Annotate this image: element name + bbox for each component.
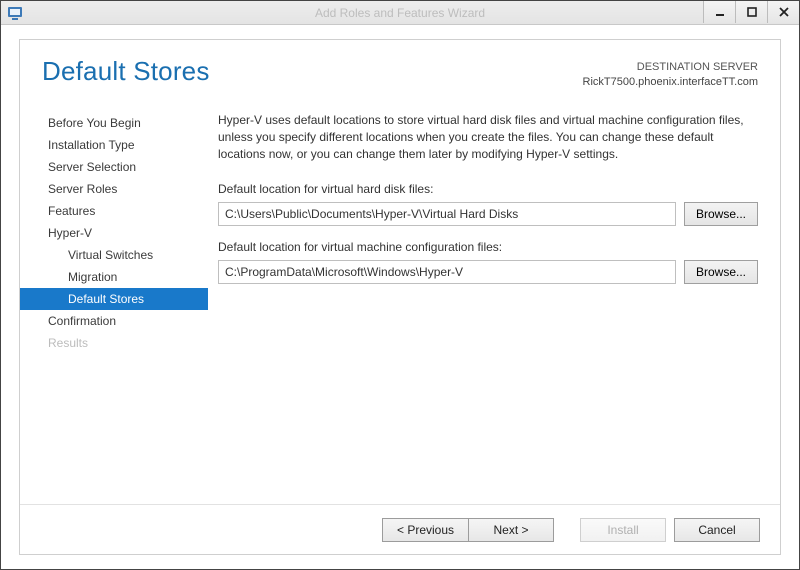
inner-panel: Default Stores DESTINATION SERVER RickT7… <box>19 39 781 555</box>
close-button[interactable] <box>767 1 799 23</box>
wizard-window: Add Roles and Features Wizard Default St… <box>0 0 800 570</box>
cancel-button[interactable]: Cancel <box>674 518 760 542</box>
cfg-location-input[interactable] <box>218 260 676 284</box>
prev-next-pair: < Previous Next > <box>382 518 554 542</box>
install-button: Install <box>580 518 666 542</box>
main-content: Hyper-V uses default locations to store … <box>208 96 780 504</box>
app-icon <box>7 5 23 21</box>
sidebar-item-confirmation[interactable]: Confirmation <box>20 310 208 332</box>
footer: < Previous Next > Install Cancel <box>20 504 780 554</box>
sidebar-item-server-selection[interactable]: Server Selection <box>20 156 208 178</box>
cfg-location-row: Browse... <box>218 260 758 284</box>
cfg-browse-button[interactable]: Browse... <box>684 260 758 284</box>
page-title: Default Stores <box>42 56 210 87</box>
vhd-browse-button[interactable]: Browse... <box>684 202 758 226</box>
titlebar: Add Roles and Features Wizard <box>1 1 799 25</box>
minimize-button[interactable] <box>703 1 735 23</box>
sidebar-item-migration[interactable]: Migration <box>20 266 208 288</box>
sidebar-item-default-stores[interactable]: Default Stores <box>20 288 208 310</box>
sidebar: Before You Begin Installation Type Serve… <box>20 96 208 504</box>
vhd-location-row: Browse... <box>218 202 758 226</box>
next-button[interactable]: Next > <box>468 518 554 542</box>
destination-server: RickT7500.phoenix.interfaceTT.com <box>583 75 758 90</box>
intro-text: Hyper-V uses default locations to store … <box>218 112 758 164</box>
window-controls <box>703 1 799 24</box>
window-title: Add Roles and Features Wizard <box>1 6 799 20</box>
sidebar-item-features[interactable]: Features <box>20 200 208 222</box>
sidebar-item-server-roles[interactable]: Server Roles <box>20 178 208 200</box>
sidebar-item-before-you-begin[interactable]: Before You Begin <box>20 112 208 134</box>
sidebar-item-installation-type[interactable]: Installation Type <box>20 134 208 156</box>
previous-button[interactable]: < Previous <box>382 518 468 542</box>
destination-block: DESTINATION SERVER RickT7500.phoenix.int… <box>583 56 758 90</box>
sidebar-item-results: Results <box>20 332 208 354</box>
sidebar-item-hyper-v[interactable]: Hyper-V <box>20 222 208 244</box>
body: Before You Begin Installation Type Serve… <box>20 96 780 504</box>
destination-label: DESTINATION SERVER <box>583 60 758 75</box>
maximize-button[interactable] <box>735 1 767 23</box>
vhd-location-label: Default location for virtual hard disk f… <box>218 182 758 196</box>
sidebar-item-virtual-switches[interactable]: Virtual Switches <box>20 244 208 266</box>
header-row: Default Stores DESTINATION SERVER RickT7… <box>20 40 780 96</box>
vhd-location-input[interactable] <box>218 202 676 226</box>
client-area: Default Stores DESTINATION SERVER RickT7… <box>1 25 799 569</box>
cfg-location-label: Default location for virtual machine con… <box>218 240 758 254</box>
